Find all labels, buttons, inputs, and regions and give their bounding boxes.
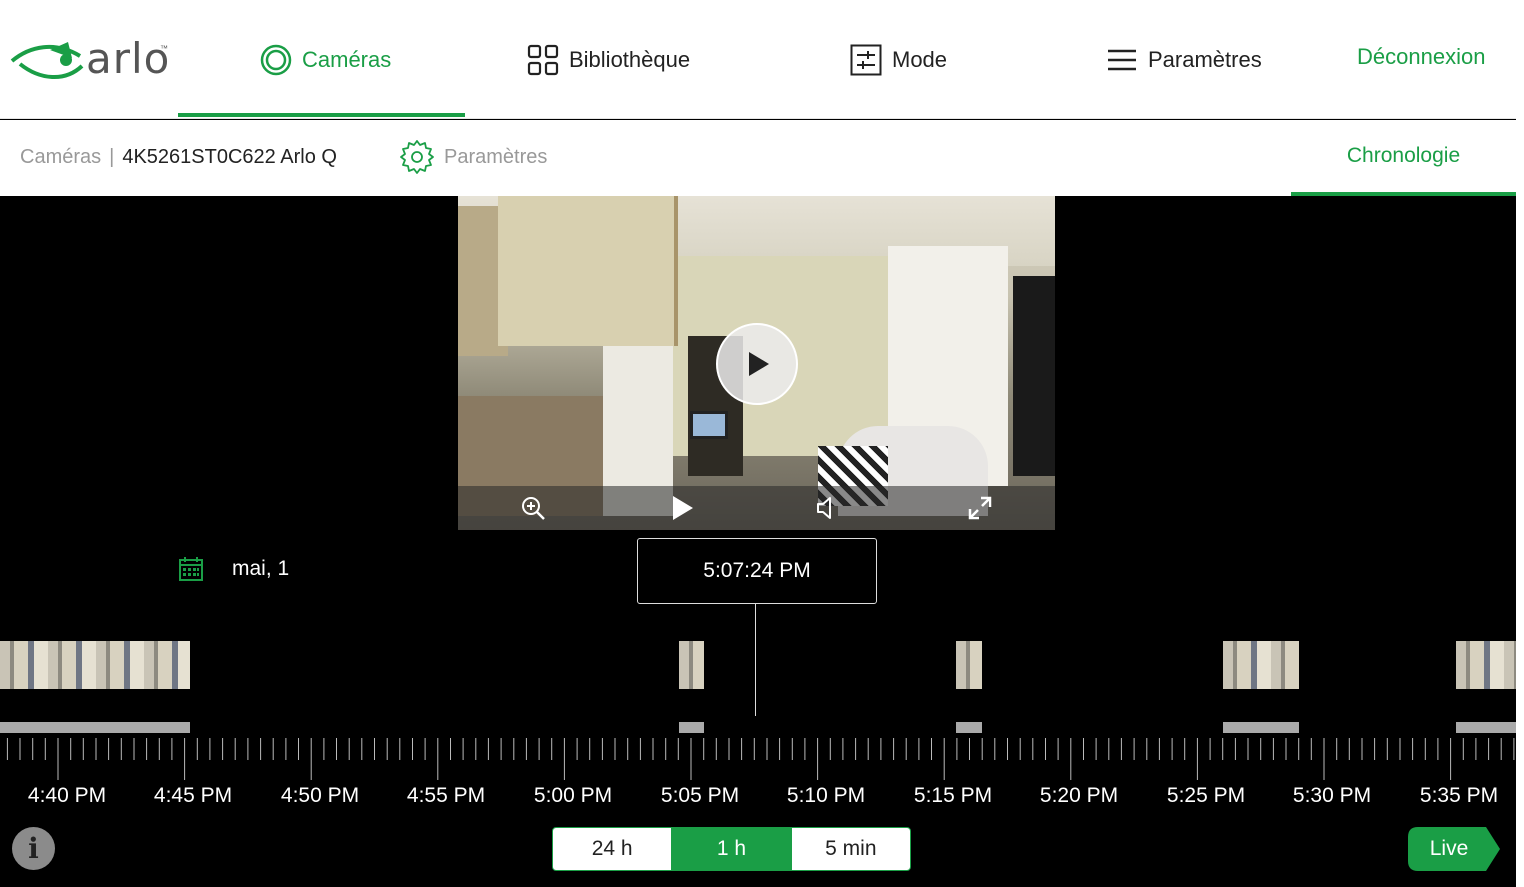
live-button[interactable] <box>1408 827 1500 871</box>
tick-label: 5:10 PM <box>786 784 866 807</box>
player-play-button[interactable] <box>668 494 696 522</box>
player-zoom-button[interactable] <box>519 494 547 522</box>
logo-wordmark: arlo <box>86 34 171 83</box>
current-time-indicator: 5:07:24 PM <box>637 538 877 604</box>
info-icon: i <box>28 832 39 865</box>
nav-mode[interactable]: Mode <box>850 40 947 80</box>
play-icon <box>673 496 693 520</box>
timeline-cursor[interactable] <box>755 604 756 716</box>
play-overlay-button[interactable] <box>716 323 798 405</box>
clip-thumbnail[interactable] <box>956 641 982 689</box>
camera-ring-icon <box>260 44 292 76</box>
camera-settings-label: Paramètres <box>444 145 548 168</box>
breadcrumb-separator: | <box>109 146 115 168</box>
timeline-zoom-selector: 24 h 1 h 5 min <box>552 827 911 871</box>
expand-icon <box>968 496 992 520</box>
nav-active-indicator <box>178 113 465 117</box>
nav-cameras[interactable]: Caméras <box>260 40 391 80</box>
clip-bar[interactable] <box>1223 722 1299 733</box>
tick-label: 5:20 PM <box>1039 784 1119 807</box>
tick-label: 5:05 PM <box>660 784 740 807</box>
zoom-in-icon <box>522 497 545 520</box>
menu-icon <box>1108 49 1136 71</box>
player-volume-button[interactable] <box>813 494 841 522</box>
tab-timeline-label: Chronologie <box>1346 144 1461 167</box>
zoom-1h-button[interactable]: 1 h <box>671 828 791 870</box>
video-frame-cabinets <box>498 196 678 346</box>
logo-trademark: ™ <box>160 44 168 53</box>
tick-label: 4:50 PM <box>280 784 360 807</box>
date-picker[interactable]: mai, 1 <box>178 556 289 582</box>
info-button[interactable]: i <box>12 827 55 870</box>
nav-library-label: Bibliothèque <box>569 47 691 72</box>
nav-library[interactable]: Bibliothèque <box>527 40 690 80</box>
video-player[interactable] <box>458 196 1055 530</box>
tab-timeline[interactable]: Chronologie <box>1291 120 1516 196</box>
clip-thumbnail[interactable] <box>0 641 190 689</box>
video-frame-dark-door <box>1013 276 1055 476</box>
nav-settings-label: Paramètres <box>1148 47 1262 72</box>
camera-settings-link[interactable]: Paramètres <box>398 138 547 176</box>
clip-bar[interactable] <box>0 722 190 733</box>
gear-icon <box>400 140 434 174</box>
tick-label: 5:30 PM <box>1292 784 1372 807</box>
clip-thumbnail[interactable] <box>679 641 704 689</box>
clip-thumbnail[interactable] <box>1456 641 1516 689</box>
tick-label: 5:15 PM <box>913 784 993 807</box>
date-label: mai, 1 <box>232 557 290 580</box>
sliders-icon <box>850 44 882 76</box>
logout-link[interactable]: Déconnexion <box>1357 44 1485 70</box>
zoom-24h-button[interactable]: 24 h <box>553 828 671 870</box>
clip-bar[interactable] <box>956 722 982 733</box>
video-frame-tv <box>690 411 728 439</box>
nav-cameras-label: Caméras <box>302 47 392 72</box>
volume-icon <box>817 497 831 519</box>
player-fullscreen-button[interactable] <box>966 494 994 522</box>
grid-icon <box>527 44 559 76</box>
top-navigation: arlo ™ Caméras Bibliothèque Mode Paramèt… <box>0 0 1516 119</box>
tick-label: 5:25 PM <box>1166 784 1246 807</box>
tick-label: 4:55 PM <box>406 784 486 807</box>
breadcrumb-cameras[interactable]: Caméras <box>20 146 101 169</box>
current-time-label: 5:07:24 PM <box>703 559 811 582</box>
clip-bar[interactable] <box>1456 722 1516 733</box>
clip-bar[interactable] <box>679 722 704 733</box>
nav-mode-label: Mode <box>892 47 948 72</box>
tick-label: 5:00 PM <box>533 784 613 807</box>
window-edge <box>1516 0 1524 887</box>
timeline-ruler[interactable] <box>0 738 1516 782</box>
zoom-5min-button[interactable]: 5 min <box>790 828 910 870</box>
breadcrumb: Caméras | 4K5261ST0C622 Arlo Q <box>20 146 337 169</box>
calendar-icon <box>179 557 203 581</box>
clip-thumbnail[interactable] <box>1223 641 1299 689</box>
tick-label: 5:35 PM <box>1419 784 1499 807</box>
nav-settings[interactable]: Paramètres <box>1106 40 1262 80</box>
tick-label: 4:45 PM <box>153 784 233 807</box>
tick-label: 4:40 PM <box>27 784 107 807</box>
play-icon <box>749 352 769 376</box>
camera-name: 4K5261ST0C622 Arlo Q <box>122 146 337 168</box>
